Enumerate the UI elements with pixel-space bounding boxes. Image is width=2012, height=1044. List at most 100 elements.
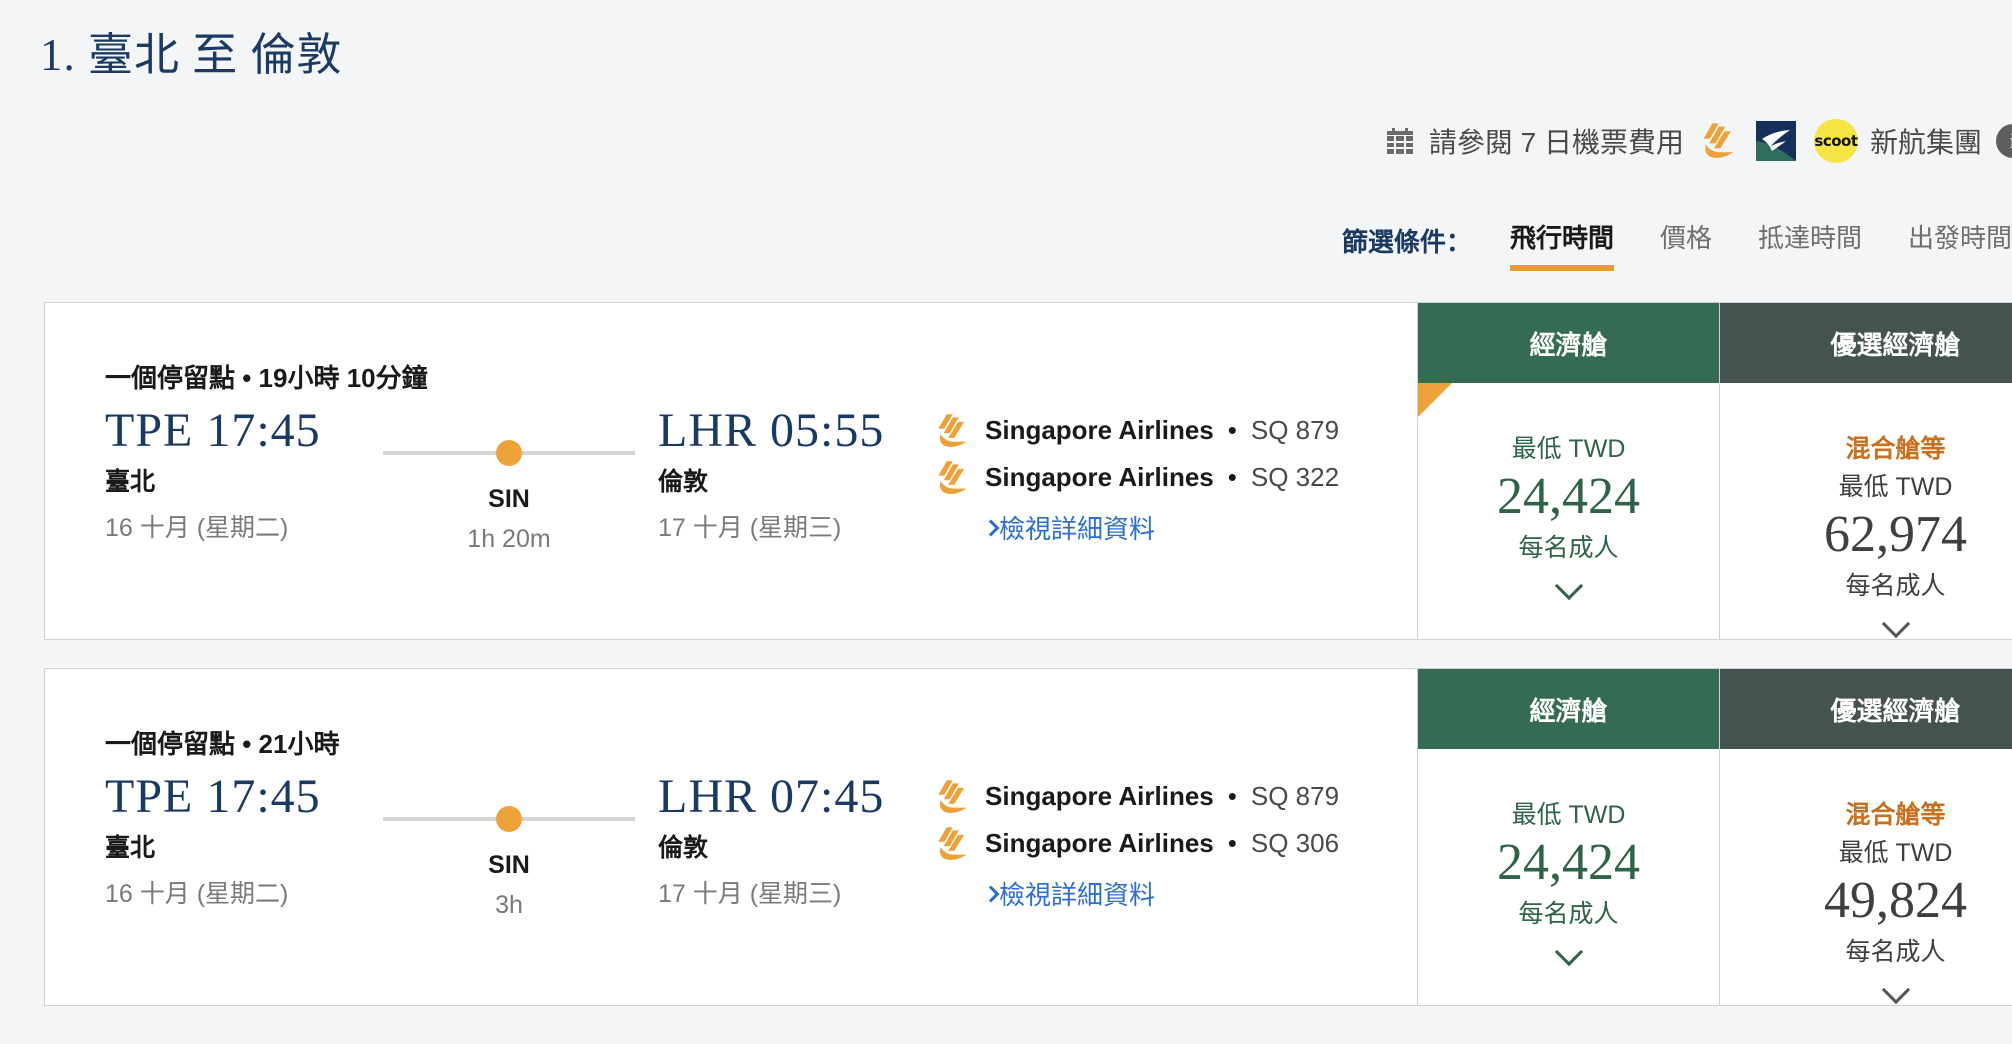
route-line (383, 440, 635, 466)
arrival-city: 倫敦 (658, 468, 709, 496)
arrival-code-time: LHR 07:45 (658, 770, 885, 823)
group-label: 新航集團 (1869, 127, 1982, 158)
airline-name: Singapore Airlines (985, 828, 1214, 858)
economy-per-adult: 每名成人 (1518, 900, 1619, 928)
separator: • (1227, 781, 1237, 811)
airline-list: Singapore Airlines • SQ 879 Singapore Ai… (933, 773, 1339, 912)
premium-lowest-label: 最低 TWD (1838, 473, 1953, 501)
departure-code-time: TPE 17:45 (105, 770, 321, 823)
view-details-link[interactable]: 檢視詳細資料 (982, 509, 1339, 546)
economy-fare-body: 最低 TWD 24,424 每名成人 (1418, 383, 1719, 639)
flight-number: SQ 322 (1250, 462, 1340, 492)
filter-label: 篩選條件： (1341, 227, 1472, 257)
economy-price: 24,424 (1497, 468, 1640, 525)
view-details-link[interactable]: 檢視詳細資料 (982, 875, 1339, 912)
premium-price: 49,824 (1824, 872, 1967, 929)
arrival-date: 17 十月 (星期三) (658, 514, 842, 542)
arrival-code-time: LHR 05:55 (658, 404, 885, 457)
best-deal-flag-icon (1418, 383, 1452, 417)
premium-per-adult: 每名成人 (1845, 572, 1946, 600)
singapore-airlines-logo (938, 460, 967, 494)
separator: • (1227, 415, 1237, 445)
premium-price: 62,974 (1824, 506, 1967, 563)
tab-flight-duration[interactable]: 飛行時間 (1509, 218, 1614, 271)
info-icon[interactable]: i (1996, 124, 2012, 158)
chevron-down-icon[interactable] (1554, 571, 1583, 601)
layover-duration: 3h (495, 891, 523, 919)
scoot-logo: scoot (1813, 119, 1858, 163)
mixed-cabin-tag: 混合艙等 (1845, 801, 1946, 829)
tab-departure-time[interactable]: 出發時間 (1908, 218, 2012, 271)
segment-row: Singapore Airlines • SQ 306 (933, 820, 1339, 867)
chevron-right-icon (982, 885, 1000, 902)
premium-economy-fare-body: 混合艙等 最低 TWD 62,974 每名成人 (1720, 383, 2012, 639)
layover-dot-icon (496, 440, 522, 466)
economy-fare-column[interactable]: 經濟艙 最低 TWD 24,424 每名成人 (1417, 303, 1719, 639)
airline-name: Singapore Airlines (985, 415, 1214, 445)
premium-economy-fare-body: 混合艙等 最低 TWD 49,824 每名成人 (1720, 749, 2012, 1005)
premium-lowest-label: 最低 TWD (1838, 839, 1953, 867)
layover-airport: SIN (488, 485, 530, 513)
economy-lowest-label: 最低 TWD (1511, 435, 1626, 463)
arrival-block: LHR 05:55 倫敦 17 十月 (星期三) (658, 403, 884, 544)
flight-summary: 一個停留點 • 19小時 10分鐘 TPE 17:45 臺北 16 十月 (星期… (45, 303, 1417, 639)
airline-name: Singapore Airlines (985, 462, 1214, 492)
premium-economy-header: 優選經濟艙 (1720, 669, 2012, 749)
economy-price: 24,424 (1497, 834, 1640, 891)
flight-card[interactable]: 一個停留點 • 19小時 10分鐘 TPE 17:45 臺北 16 十月 (星期… (44, 302, 2012, 640)
economy-header: 經濟艙 (1418, 303, 1719, 383)
filter-bar: 篩選條件： 飛行時間 價格 抵達時間 出發時間 (1342, 218, 2012, 271)
departure-date: 16 十月 (星期二) (105, 514, 289, 542)
page-title: 1. 臺北 至 倫敦 (40, 30, 343, 80)
flight-results-page: 1. 臺北 至 倫敦 請參閱 7 日機票費用 scoot 新航集團 篩選條件： … (0, 0, 2012, 1044)
singapore-airlines-logo (938, 413, 967, 447)
departure-block: TPE 17:45 臺北 16 十月 (星期二) (105, 769, 321, 910)
singapore-airlines-logo (938, 826, 967, 860)
separator: • (1227, 462, 1237, 492)
tab-price[interactable]: 價格 (1660, 218, 1712, 271)
departure-city: 臺北 (105, 468, 156, 496)
airline-name: Singapore Airlines (985, 781, 1214, 811)
layover-airport: SIN (488, 851, 530, 879)
flight-number: SQ 879 (1250, 781, 1340, 811)
economy-fare-column[interactable]: 經濟艙 最低 TWD 24,424 每名成人 (1417, 669, 1719, 1005)
departure-city: 臺北 (105, 834, 156, 862)
chevron-right-icon (982, 519, 1000, 536)
fare-calendar-link[interactable]: 請參閱 7 日機票費用 (1429, 121, 1684, 161)
route-line (383, 806, 635, 832)
chevron-down-icon[interactable] (1881, 609, 1910, 639)
separator: • (1227, 828, 1237, 858)
segment-row: Singapore Airlines • SQ 879 (933, 773, 1339, 820)
flight-number: SQ 306 (1250, 828, 1340, 858)
layover-duration: 1h 20m (467, 525, 551, 553)
silkair-logo (1755, 121, 1796, 161)
singapore-airlines-logo (1703, 123, 1734, 158)
segment-row: Singapore Airlines • SQ 879 (933, 407, 1339, 454)
stops-summary: 一個停留點 • 21小時 (105, 729, 340, 759)
premium-economy-header: 優選經濟艙 (1720, 303, 2012, 383)
segment-row: Singapore Airlines • SQ 322 (933, 454, 1339, 501)
airline-list: Singapore Airlines • SQ 879 Singapore Ai… (933, 407, 1339, 546)
economy-fare-body: 最低 TWD 24,424 每名成人 (1418, 749, 1719, 1005)
view-details-label: 檢視詳細資料 (999, 514, 1156, 544)
arrival-date: 17 十月 (星期三) (658, 880, 842, 908)
mixed-cabin-tag: 混合艙等 (1845, 435, 1946, 463)
arrival-city: 倫敦 (658, 834, 709, 862)
singapore-airlines-logo (938, 779, 967, 813)
chevron-down-icon[interactable] (1554, 937, 1583, 967)
header-bar: 請參閱 7 日機票費用 scoot 新航集團 i (1386, 117, 2012, 165)
departure-block: TPE 17:45 臺北 16 十月 (星期二) (105, 403, 321, 544)
premium-per-adult: 每名成人 (1845, 938, 1946, 966)
flight-card[interactable]: 一個停留點 • 21小時 TPE 17:45 臺北 16 十月 (星期二) SI… (44, 668, 2012, 1006)
premium-economy-fare-column[interactable]: 優選經濟艙 混合艙等 最低 TWD 62,974 每名成人 (1719, 303, 2012, 639)
chevron-down-icon[interactable] (1881, 975, 1910, 1005)
flight-number: SQ 879 (1250, 415, 1340, 445)
economy-lowest-label: 最低 TWD (1511, 801, 1626, 829)
layover-dot-icon (496, 806, 522, 832)
economy-header: 經濟艙 (1418, 669, 1719, 749)
premium-economy-fare-column[interactable]: 優選經濟艙 混合艙等 最低 TWD 49,824 每名成人 (1719, 669, 2012, 1005)
departure-date: 16 十月 (星期二) (105, 880, 289, 908)
tab-arrival-time[interactable]: 抵達時間 (1758, 218, 1862, 271)
calendar-icon[interactable] (1386, 128, 1413, 154)
flight-summary: 一個停留點 • 21小時 TPE 17:45 臺北 16 十月 (星期二) SI… (45, 669, 1417, 1005)
